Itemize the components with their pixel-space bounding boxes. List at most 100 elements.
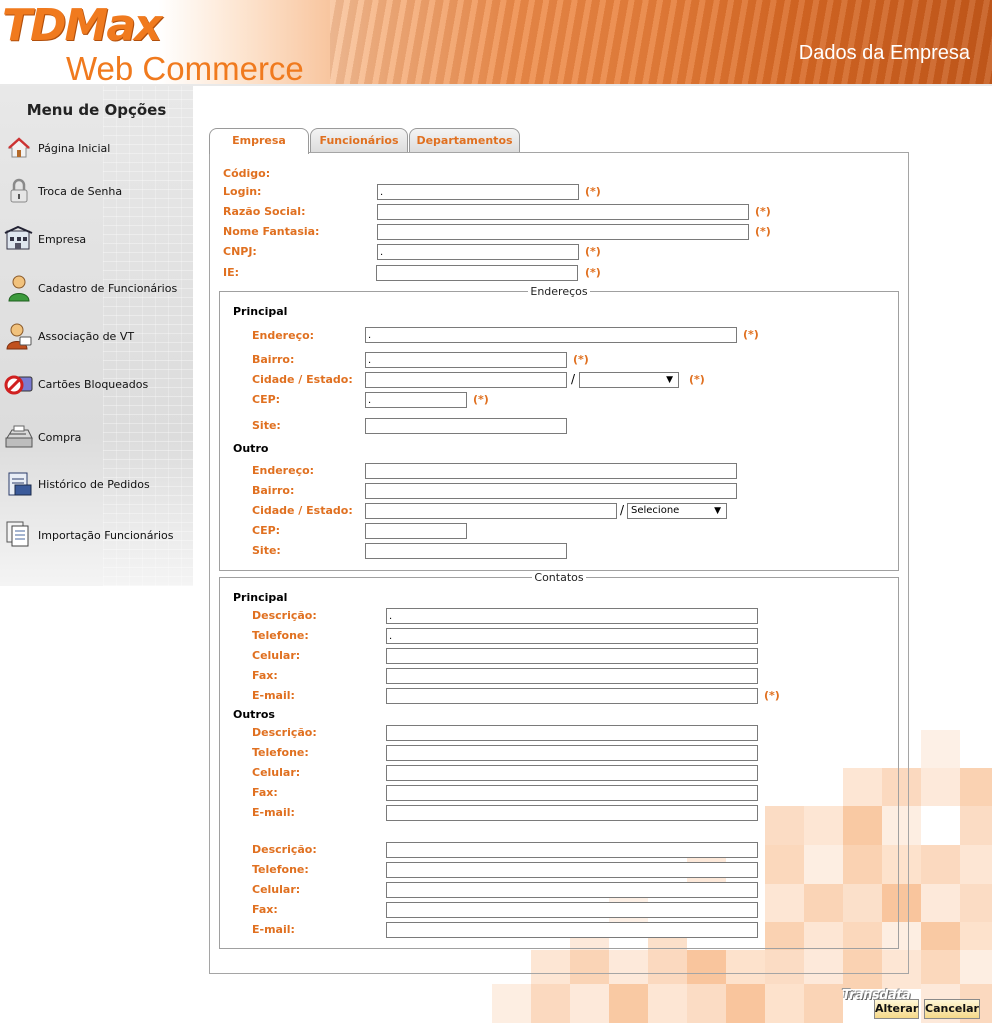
sidebar-item-label: Associação de VT xyxy=(38,329,135,343)
required-marker: (*) xyxy=(689,373,705,386)
contact-outros-celular-label: Celular: xyxy=(252,766,301,779)
blocked-card-icon xyxy=(4,369,34,399)
cnpj-field[interactable] xyxy=(377,244,579,260)
contact-extra-email-label: E-mail: xyxy=(252,923,295,936)
sidebar-item-empresa[interactable]: Empresa xyxy=(4,224,86,254)
address-outro-endereco-field[interactable] xyxy=(365,463,737,479)
chevron-down-icon: ▼ xyxy=(714,506,721,516)
address-principal-estado-select[interactable]: ▼ xyxy=(579,372,679,388)
padlock-icon xyxy=(4,176,34,206)
required-marker: (*) xyxy=(755,225,771,238)
login-label: Login: xyxy=(223,185,262,198)
contact-extra-descricao-label: Descrição: xyxy=(252,843,317,856)
contact-outros-telefone-label: Telefone: xyxy=(252,746,309,759)
login-field[interactable] xyxy=(377,184,579,200)
address-principal-cidade-label: Cidade / Estado: xyxy=(252,373,353,386)
ie-label: IE: xyxy=(223,266,240,279)
contact-extra-descricao-field[interactable] xyxy=(386,842,758,858)
required-marker: (*) xyxy=(764,689,780,702)
ie-field[interactable] xyxy=(376,265,578,281)
sidebar-item-label: Compra xyxy=(38,430,82,444)
tab-funcionarios[interactable]: Funcionários xyxy=(310,128,408,153)
contact-principal-title: Principal xyxy=(233,591,288,604)
estado-selected-value: Selecione xyxy=(631,505,680,516)
address-principal-endereco-label: Endereço: xyxy=(252,329,315,342)
address-outro-estado-select[interactable]: Selecione ▼ xyxy=(627,503,727,519)
required-marker: (*) xyxy=(755,205,771,218)
sidebar-item-pagina-inicial[interactable]: Página Inicial xyxy=(4,133,110,163)
required-marker: (*) xyxy=(585,185,601,198)
sidebar-item-importacao-funcionarios[interactable]: Importação Funcionários xyxy=(4,520,174,550)
sidebar-item-label: Cartões Bloqueados xyxy=(38,377,149,391)
required-marker: (*) xyxy=(585,266,601,279)
tab-departamentos[interactable]: Departamentos xyxy=(409,128,520,153)
contact-principal-email-label: E-mail: xyxy=(252,689,295,702)
sidebar-item-label: Troca de Senha xyxy=(38,184,123,198)
cnpj-label: CNPJ: xyxy=(223,245,257,258)
contact-extra-telefone-label: Telefone: xyxy=(252,863,309,876)
address-outro-cidade-field[interactable] xyxy=(365,503,617,519)
razao-social-label: Razão Social: xyxy=(223,205,306,218)
sidebar-item-troca-de-senha[interactable]: Troca de Senha xyxy=(4,176,122,206)
contact-extra-fax-label: Fax: xyxy=(252,903,278,916)
contact-principal-fax-field[interactable] xyxy=(386,668,758,684)
address-principal-title: Principal xyxy=(233,305,288,318)
person-icon xyxy=(4,273,34,303)
address-outro-cep-field[interactable] xyxy=(365,523,467,539)
sidebar-item-label: Empresa xyxy=(38,232,87,246)
tab-empresa[interactable]: Empresa xyxy=(209,128,309,154)
contact-outros-descricao-field[interactable] xyxy=(386,725,758,741)
chevron-down-icon: ▼ xyxy=(666,375,673,385)
alterar-button[interactable]: Alterar xyxy=(874,999,919,1019)
required-marker: (*) xyxy=(585,245,601,258)
sidebar-item-associacao-vt[interactable]: Associação de VT xyxy=(4,321,134,351)
contact-principal-email-field[interactable] xyxy=(386,688,758,704)
address-outro-cidade-label: Cidade / Estado: xyxy=(252,504,353,517)
contact-principal-descricao-label: Descrição: xyxy=(252,609,317,622)
contacts-legend: Contatos xyxy=(534,571,584,584)
address-principal-bairro-field[interactable] xyxy=(365,352,567,368)
address-outro-site-field[interactable] xyxy=(365,543,567,559)
nome-fantasia-field[interactable] xyxy=(377,224,749,240)
contact-extra-celular-field[interactable] xyxy=(386,882,758,898)
contact-outros-email-label: E-mail: xyxy=(252,806,295,819)
contact-outros-fax-label: Fax: xyxy=(252,786,278,799)
contact-outros-celular-field[interactable] xyxy=(386,765,758,781)
logo-subtitle: Web Commerce xyxy=(66,50,304,86)
contact-principal-telefone-field[interactable] xyxy=(386,628,758,644)
sidebar-item-label: Página Inicial xyxy=(38,141,111,155)
sidebar-item-historico-pedidos[interactable]: Histórico de Pedidos xyxy=(4,469,150,499)
address-outro-endereco-label: Endereço: xyxy=(252,464,315,477)
cancelar-button[interactable]: Cancelar xyxy=(924,999,980,1019)
sidebar-item-label: Histórico de Pedidos xyxy=(38,477,150,491)
address-principal-cidade-field[interactable] xyxy=(365,372,567,388)
address-outro-bairro-field[interactable] xyxy=(365,483,737,499)
contact-outros-telefone-field[interactable] xyxy=(386,745,758,761)
contact-outros-title: Outros xyxy=(233,708,275,721)
address-outro-bairro-label: Bairro: xyxy=(252,484,295,497)
order-history-icon xyxy=(4,469,34,499)
address-principal-endereco-field[interactable] xyxy=(365,327,737,343)
contact-outros-fax-field[interactable] xyxy=(386,785,758,801)
contact-extra-fax-field[interactable] xyxy=(386,902,758,918)
sidebar-item-label: Importação Funcionários xyxy=(38,528,174,542)
cash-register-icon xyxy=(4,422,34,452)
address-principal-site-field[interactable] xyxy=(365,418,567,434)
address-outro-site-label: Site: xyxy=(252,544,281,557)
contact-principal-descricao-field[interactable] xyxy=(386,608,758,624)
contact-outros-email-field[interactable] xyxy=(386,805,758,821)
address-principal-site-label: Site: xyxy=(252,419,281,432)
sidebar-item-cadastro-funcionarios[interactable]: Cadastro de Funcionários xyxy=(4,273,177,303)
header-banner: TDMax Web Commerce Dados da Empresa xyxy=(0,0,992,86)
contact-principal-celular-label: Celular: xyxy=(252,649,301,662)
sidebar-item-compra[interactable]: Compra xyxy=(4,422,81,452)
razao-social-field[interactable] xyxy=(377,204,749,220)
sidebar-menu: Menu de Opções Página Inicial Troca de S… xyxy=(0,86,193,586)
contact-principal-celular-field[interactable] xyxy=(386,648,758,664)
address-principal-cep-field[interactable] xyxy=(365,392,467,408)
address-outro-title: Outro xyxy=(233,442,269,455)
contact-extra-email-field[interactable] xyxy=(386,922,758,938)
sidebar-item-cartoes-bloqueados[interactable]: Cartões Bloqueados xyxy=(4,369,148,399)
logo-tdmax: TDMax xyxy=(2,0,162,51)
contact-extra-telefone-field[interactable] xyxy=(386,862,758,878)
